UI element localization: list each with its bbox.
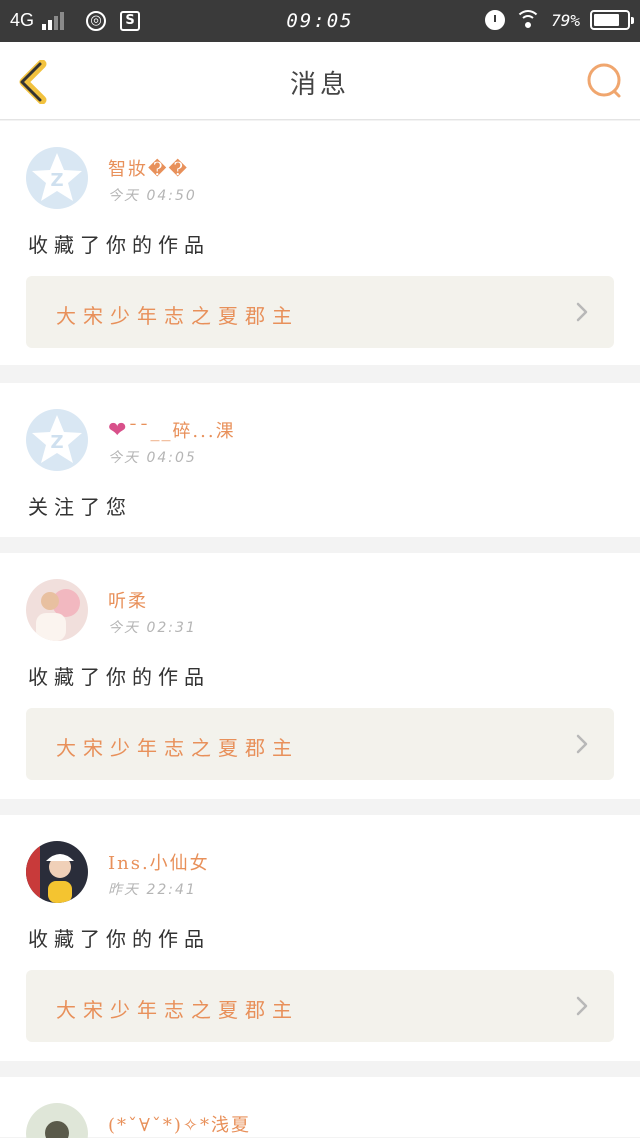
status-bar: 4G ◎ S 09:05 79% [0,0,640,42]
work-title: 大宋少年志之夏郡主 [56,736,299,760]
timestamp: 昨天 22:41 [108,882,197,898]
nav-bar: 消息 [0,42,640,120]
chevron-right-icon [576,996,588,1016]
chevron-right-icon [576,734,588,754]
user-photo [26,579,88,641]
message-list: Z 智妝�� 今天 04:50 收藏了你的作品 大宋少年志之夏郡主 Z ❤ˉˉ_… [0,121,640,1138]
avatar[interactable] [26,579,88,641]
battery-icon [590,10,634,30]
default-avatar-icon: Z [32,153,82,201]
heart-icon: ❤ [108,418,129,443]
chevron-right-icon [576,302,588,322]
username[interactable]: Ins.小仙女 [108,849,210,875]
work-link[interactable]: 大宋少年志之夏郡主 [26,708,614,780]
list-item: Z 智妝�� 今天 04:50 收藏了你的作品 大宋少年志之夏郡主 [0,121,640,365]
username[interactable]: 听柔 [108,587,148,613]
search-icon [587,63,621,98]
list-item: Z ❤ˉˉ__碎...淉 今天 04:05 关注了您 [0,383,640,537]
avatar[interactable]: Z [26,147,88,209]
status-right: 79% [485,10,634,30]
action-text: 收藏了你的作品 [28,665,210,689]
user-photo [26,1103,88,1138]
alarm-icon [485,10,506,30]
list-item: Ins.小仙女 昨天 22:41 收藏了你的作品 大宋少年志之夏郡主 [0,815,640,1061]
svg-text:Z: Z [50,432,63,453]
page-title: 消息 [289,70,350,100]
wifi-icon [515,10,542,30]
avatar[interactable] [26,1103,88,1138]
work-title: 大宋少年志之夏郡主 [56,998,299,1022]
timestamp: 今天 02:31 [108,620,197,636]
avatar[interactable]: Z [26,409,88,471]
work-title: 大宋少年志之夏郡主 [56,304,299,328]
username[interactable]: (*ˇ∀ˇ*)✧*浅夏 [108,1111,251,1137]
action-text: 关注了您 [28,495,132,519]
avatar[interactable] [26,841,88,903]
work-link[interactable]: 大宋少年志之夏郡主 [26,276,614,348]
default-avatar-icon: Z [32,415,82,463]
timestamp: 今天 04:05 [108,450,197,466]
user-photo [26,841,88,903]
search-button[interactable] [586,62,624,100]
timestamp: 今天 04:50 [108,188,197,204]
username[interactable]: 智妝�� [108,155,189,181]
action-text: 收藏了你的作品 [28,927,210,951]
battery-percent: 79% [551,10,580,30]
action-text: 收藏了你的作品 [28,233,210,257]
username-text: ˉˉ__碎...淉 [128,421,236,442]
work-link[interactable]: 大宋少年志之夏郡主 [26,970,614,1042]
username[interactable]: ❤ˉˉ__碎...淉 [108,417,236,443]
svg-text:Z: Z [50,170,63,191]
list-item: (*ˇ∀ˇ*)✧*浅夏 [0,1077,640,1138]
list-item: 听柔 今天 02:31 收藏了你的作品 大宋少年志之夏郡主 [0,553,640,799]
